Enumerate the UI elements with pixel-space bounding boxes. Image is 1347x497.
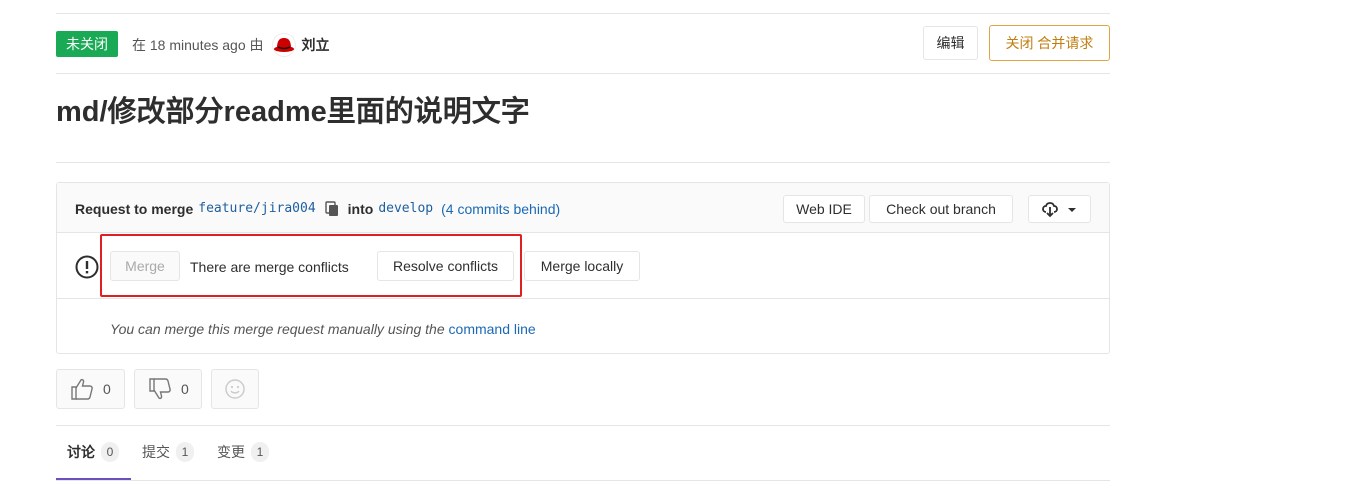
tabs-bottom-divider <box>56 480 1110 481</box>
merge-request-info: Request to merge feature/jira004 into de… <box>75 200 560 218</box>
tab-commits[interactable]: 提交 1 <box>142 442 194 462</box>
target-branch[interactable]: develop <box>378 200 433 218</box>
add-reaction-button[interactable] <box>211 369 259 409</box>
widget-header: Request to merge feature/jira004 into de… <box>57 183 1109 233</box>
header-divider <box>56 73 1110 74</box>
download-dropdown-button[interactable] <box>1028 195 1091 223</box>
request-label: Request to merge <box>75 201 194 217</box>
chevron-down-icon <box>1067 208 1076 212</box>
avatar[interactable] <box>271 33 296 57</box>
mr-meta: 在 18 minutes ago 由 刘立 <box>132 33 330 57</box>
thumbsup-count: 0 <box>103 381 111 397</box>
redhat-avatar-icon <box>273 38 294 52</box>
manual-merge-text: You can merge this merge request manuall… <box>110 321 445 337</box>
thumbsup-button[interactable]: 0 <box>56 369 125 409</box>
thumbs-down-icon <box>149 378 171 400</box>
meta-prefix: 在 18 minutes ago 由 <box>132 37 264 53</box>
status-badge: 未关闭 <box>56 31 118 57</box>
thumbs-up-icon <box>71 378 93 400</box>
command-line-link[interactable]: command line <box>449 321 536 337</box>
page-title: md/修改部分readme里面的说明文字 <box>56 96 530 128</box>
tab-count: 1 <box>176 442 194 462</box>
author-name[interactable]: 刘立 <box>302 35 330 55</box>
tab-count: 0 <box>101 442 119 462</box>
close-merge-request-button[interactable]: 关闭 合并请求 <box>989 25 1110 61</box>
cloud-download-icon <box>1041 202 1058 218</box>
edit-button[interactable]: 编辑 <box>923 26 978 60</box>
tabs-top-divider <box>56 425 1110 426</box>
source-branch[interactable]: feature/jira004 <box>198 200 315 218</box>
commits-behind-close: ) <box>555 201 561 217</box>
tab-label: 讨论 <box>67 444 95 460</box>
top-divider <box>56 13 1110 14</box>
smiley-icon <box>225 379 245 399</box>
tab-changes[interactable]: 变更 1 <box>217 442 269 462</box>
highlight-box <box>100 234 522 297</box>
tab-count: 1 <box>251 442 269 462</box>
thumbsdown-button[interactable]: 0 <box>134 369 202 409</box>
commits-behind-link[interactable]: 4 commits behind <box>446 200 556 218</box>
merge-locally-button[interactable]: Merge locally <box>524 251 640 281</box>
title-divider <box>56 162 1110 163</box>
checkout-branch-button[interactable]: Check out branch <box>869 195 1013 223</box>
tab-discussion[interactable]: 讨论 0 <box>67 442 119 462</box>
thumbsdown-count: 0 <box>181 381 189 397</box>
manual-merge-hint: You can merge this merge request manuall… <box>110 320 536 338</box>
into-label: into <box>347 201 374 217</box>
warning-icon <box>75 255 99 279</box>
copy-icon[interactable] <box>324 201 340 217</box>
web-ide-button[interactable]: Web IDE <box>783 195 865 223</box>
tab-label: 提交 <box>142 444 170 460</box>
tab-label: 变更 <box>217 444 245 460</box>
